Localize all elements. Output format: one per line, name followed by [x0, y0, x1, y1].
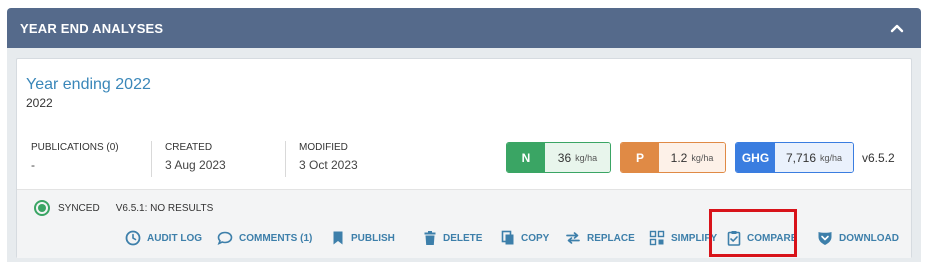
chevron-up-icon: [890, 24, 904, 33]
collapse-button[interactable]: [887, 18, 907, 38]
meta-label: PUBLICATIONS (0): [31, 142, 119, 153]
divider: [151, 141, 152, 177]
publish-button[interactable]: PUBLISH: [331, 228, 395, 248]
metric-tag: N: [507, 143, 545, 172]
sync-status: SYNCED V6.5.1: NO RESULTS: [34, 200, 213, 216]
metric-tag: GHG: [736, 143, 775, 172]
metric-value: 1.2: [670, 150, 688, 165]
result-label: V6.5.1: NO RESULTS: [115, 202, 214, 214]
simplify-icon: [649, 230, 665, 246]
sync-check-icon: [34, 200, 50, 216]
swap-icon: [566, 232, 580, 244]
version-label: v6.5.2: [862, 151, 895, 165]
metric-tag: P: [621, 143, 659, 172]
audit-log-button[interactable]: AUDIT LOG: [125, 228, 202, 248]
card-subtitle: 2022: [26, 96, 53, 110]
action-label: PUBLISH: [351, 232, 395, 244]
meta-value: -: [31, 158, 35, 172]
metric-value-box: 7,716 kg/ha: [775, 143, 853, 172]
metric-unit: kg/ha: [575, 152, 598, 163]
download-button[interactable]: DOWNLOAD: [817, 228, 899, 248]
compare-highlight-box: [709, 209, 797, 257]
comment-icon: [217, 231, 233, 246]
panel-title: YEAR END ANALYSES: [20, 20, 164, 36]
action-label: DOWNLOAD: [839, 232, 899, 244]
divider: [285, 141, 286, 177]
meta-created: CREATED 3 Aug 2023: [165, 142, 226, 178]
shield-download-icon: [818, 232, 832, 245]
action-label: COPY: [521, 232, 550, 244]
metric-value: 36: [557, 150, 572, 165]
replace-button[interactable]: REPLACE: [565, 228, 635, 248]
action-label: AUDIT LOG: [147, 232, 202, 244]
meta-value: 3 Aug 2023: [165, 158, 226, 172]
clock-icon: [125, 230, 141, 246]
metric-value: 7,716: [785, 150, 816, 165]
metric-value-box: 1.2 kg/ha: [659, 143, 725, 172]
meta-value: 3 Oct 2023: [299, 158, 358, 172]
trash-icon: [424, 231, 436, 245]
meta-label: CREATED: [165, 142, 213, 153]
simplify-button[interactable]: SIMPLIFY: [649, 228, 717, 248]
action-label: REPLACE: [587, 232, 635, 244]
meta-modified: MODIFIED 3 Oct 2023: [299, 142, 358, 178]
metric-unit: kg/ha: [691, 152, 714, 163]
delete-button[interactable]: DELETE: [423, 228, 482, 248]
card-title[interactable]: Year ending 2022: [26, 76, 151, 94]
meta-publications: PUBLICATIONS (0) -: [31, 142, 119, 178]
panel-header[interactable]: YEAR END ANALYSES: [7, 8, 921, 48]
bookmark-icon: [333, 231, 343, 245]
sync-label: SYNCED: [58, 202, 100, 214]
metric-p[interactable]: P 1.2 kg/ha: [620, 142, 726, 173]
metric-ghg[interactable]: GHG 7,716 kg/ha: [735, 142, 854, 173]
action-label: COMMENTS (1): [239, 232, 313, 244]
meta-label: MODIFIED: [299, 142, 348, 153]
comments-button[interactable]: COMMENTS (1): [217, 228, 312, 248]
metric-value-box: 36 kg/ha: [545, 143, 610, 172]
action-label: DELETE: [443, 232, 483, 244]
copy-icon: [501, 230, 514, 245]
copy-button[interactable]: COPY: [501, 228, 549, 248]
metric-unit: kg/ha: [820, 152, 843, 163]
metric-n[interactable]: N 36 kg/ha: [506, 142, 611, 173]
